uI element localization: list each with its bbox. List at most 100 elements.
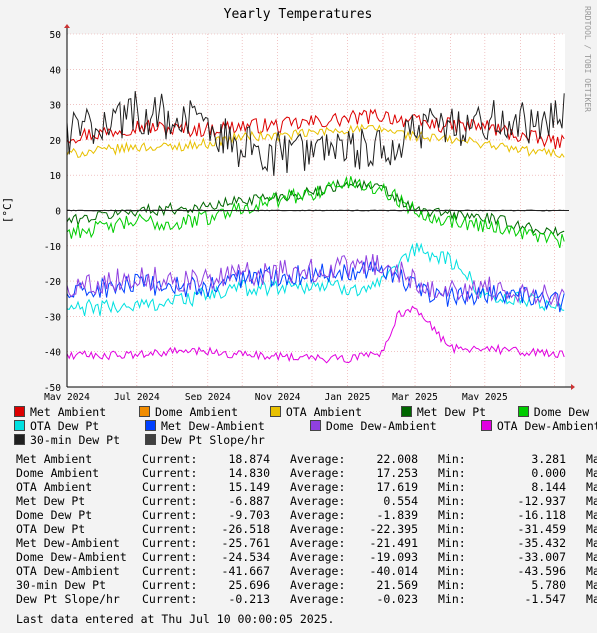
legend-swatch: [269, 406, 281, 417]
stat-average-label: Average:: [290, 564, 346, 578]
stat-average-label: Average:: [290, 592, 346, 606]
stat-current-value: -6.887: [228, 494, 270, 508]
stats-row: OTA Dew Pt Current: -26.518 Average: -22.395…: [16, 522, 597, 536]
legend-swatch: [144, 420, 156, 431]
stat-max-label: Ma: [586, 536, 597, 550]
y-axis-arrow: [64, 24, 70, 28]
legend-item-30-min-dew-pt: 30-min Dew Pt: [14, 433, 138, 447]
last-update-footer: Last data entered at Thu Jul 10 00:00:05…: [16, 612, 335, 626]
stat-min-value: -12.937: [517, 494, 566, 508]
y-tick-label: 30: [50, 101, 62, 112]
stats-row: OTA Dew-Ambient Current: -41.667 Average: -4…: [16, 564, 597, 578]
legend-label: Met Dew Pt: [416, 405, 487, 419]
legend-label: Dome Dew-Ambient: [325, 419, 437, 433]
legend-label: OTA Ambient: [285, 405, 363, 419]
stat-current-label: Current:: [142, 522, 198, 536]
stat-max-label: Ma: [586, 522, 597, 536]
stat-current-label: Current:: [142, 508, 198, 522]
stats-row: OTA Ambient Current: 15.149 Average: 17.619 M…: [16, 480, 597, 494]
stat-average-label: Average:: [290, 452, 346, 466]
y-tick-label: 40: [50, 65, 62, 76]
stat-min-value: 8.144: [531, 480, 566, 494]
stat-average-label: Average:: [290, 550, 346, 564]
stat-min-value: -33.007: [517, 550, 566, 564]
stat-average-value: -19.093: [369, 550, 418, 564]
y-tick-label: 20: [50, 136, 62, 147]
stat-max-label: Ma: [586, 550, 597, 564]
stat-max-label: Ma: [586, 452, 597, 466]
x-tick-label: Mar 2025: [392, 392, 438, 400]
stat-max-label: Ma: [586, 578, 597, 592]
stat-average-label: Average:: [290, 578, 346, 592]
stats-row: Met Ambient Current: 18.874 Average: 22.008 M…: [16, 452, 597, 466]
legend-label: Met Ambient: [30, 405, 107, 419]
chart-title: Yearly Temperatures: [224, 7, 373, 22]
stats-row: Dome Ambient Current: 14.830 Average: 17.253…: [16, 466, 597, 480]
stat-name: Dome Ambient: [16, 466, 100, 480]
stat-average-value: 17.619: [376, 480, 418, 494]
stat-current-label: Current:: [142, 494, 198, 508]
stat-average-label: Average:: [290, 466, 346, 480]
stat-average-value: 21.569: [376, 578, 418, 592]
x-tick-label: Jan 2025: [325, 392, 371, 400]
legend-item-met-dew-pt: Met Dew Pt: [400, 405, 511, 419]
stat-current-value: -24.534: [221, 550, 270, 564]
legend-item-ota-dew-ambient: OTA Dew-Ambient: [480, 419, 597, 433]
stat-min-value: -35.432: [517, 536, 566, 550]
x-axis-arrow: [571, 384, 575, 390]
stat-current-value: 14.830: [228, 466, 270, 480]
legend-swatch: [14, 406, 25, 417]
stat-min-value: 3.281: [531, 452, 566, 466]
stat-min-value: 5.780: [531, 578, 566, 592]
stat-min-label: Min:: [438, 522, 466, 536]
stat-min-value: -1.547: [524, 592, 566, 606]
stat-average-value: -40.014: [369, 564, 418, 578]
x-tick-label: May 2025: [462, 392, 508, 400]
legend-label: OTA Dew Pt: [30, 419, 100, 433]
stat-min-label: Min:: [438, 536, 466, 550]
legend-swatch: [517, 406, 529, 417]
stat-min-label: Min:: [438, 578, 466, 592]
legend-label: Dew Pt Slope/hr: [160, 433, 265, 447]
x-tick-label: Jul 2024: [114, 392, 160, 400]
stat-max-label: Ma: [586, 508, 597, 522]
y-tick-label: -10: [44, 242, 61, 253]
stat-min-value: 0.000: [531, 466, 566, 480]
x-tick-label: Nov 2024: [255, 392, 301, 400]
stat-current-value: 18.874: [228, 452, 270, 466]
legend-item-ota-ambient: OTA Ambient: [269, 405, 394, 419]
legend-item-dew-pt-slope: Dew Pt Slope/hr: [144, 433, 265, 447]
stat-min-value: -31.459: [517, 522, 566, 536]
stat-max-label: Ma: [586, 564, 597, 578]
stat-average-value: 22.008: [376, 452, 418, 466]
stat-current-value: -0.213: [228, 592, 270, 606]
stat-current-label: Current:: [142, 564, 198, 578]
stat-current-value: 25.696: [228, 578, 270, 592]
legend-swatch: [14, 434, 25, 445]
legend-item-dome-dew-pt: Dome Dew Pt: [517, 405, 597, 419]
stat-name: OTA Dew Pt: [16, 522, 86, 536]
stat-min-label: Min:: [438, 564, 466, 578]
stat-name: 30-min Dew Pt: [16, 578, 107, 592]
stat-current-label: Current:: [142, 578, 198, 592]
stat-max-label: Ma: [586, 494, 597, 508]
stat-min-label: Min:: [438, 494, 466, 508]
stat-min-label: Min:: [438, 452, 466, 466]
stat-min-value: -16.118: [517, 508, 566, 522]
y-tick-label: -20: [44, 277, 61, 288]
y-tick-label: -40: [44, 348, 61, 359]
stat-name: Met Dew-Ambient: [16, 536, 120, 550]
stat-max-label: Ma: [586, 466, 597, 480]
stat-average-label: Average:: [290, 508, 346, 522]
stat-current-value: 15.149: [228, 480, 270, 494]
stat-average-value: -0.023: [376, 592, 418, 606]
stat-current-value: -9.703: [228, 508, 270, 522]
stat-min-label: Min:: [438, 550, 466, 564]
stats-row: 30-min Dew Pt Current: 25.696 Average: 21.56…: [16, 578, 597, 592]
legend-item-met-dew-ambient: Met Dew-Ambient: [144, 419, 303, 433]
y-tick-label: -30: [44, 312, 61, 323]
stat-min-label: Min:: [438, 480, 466, 494]
stat-name: Met Ambient: [16, 452, 93, 466]
legend-swatch: [309, 420, 321, 431]
chart-svg: Yearly Temperatures RRDTOOL / TOBI OETIK…: [1, 6, 592, 400]
